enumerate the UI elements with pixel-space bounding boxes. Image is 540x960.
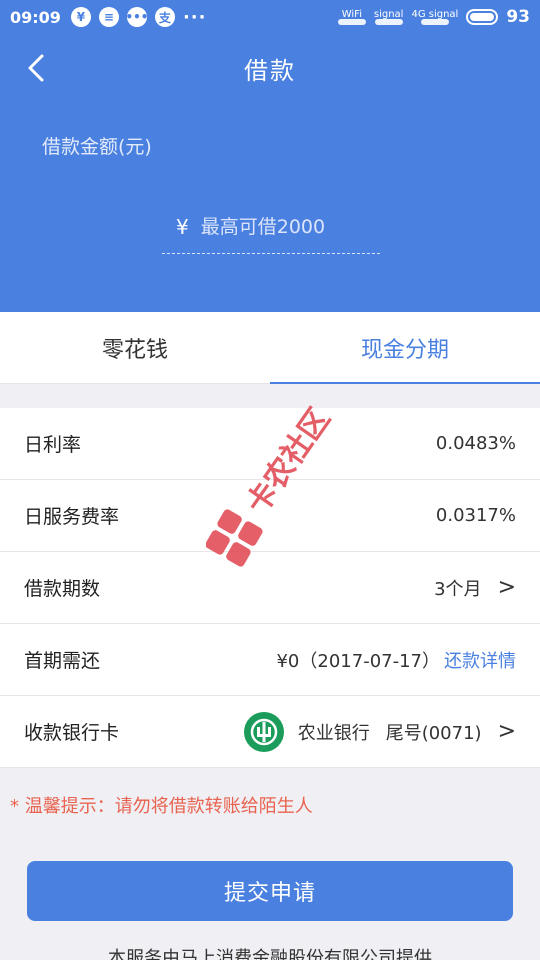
- footer-provider-text: 本服务由马上消费金融股份有限公司提供: [108, 948, 432, 960]
- amount-input[interactable]: [200, 215, 371, 238]
- status-right: WiFi signal 4G signal 93: [337, 7, 530, 27]
- status-bar: 09:09 ¥ ≡ ••• 支 ··· WiFi signal 4G signa…: [0, 0, 540, 34]
- alipay-icon: 支: [154, 7, 175, 27]
- chevron-right-icon: >: [497, 719, 516, 744]
- warning-tip: * 温馨提示：请勿将借款转账给陌生人: [10, 796, 313, 817]
- nav-bar: 借款: [0, 40, 540, 96]
- status-time: 09:09: [10, 7, 61, 27]
- loan-details-list: 日利率 0.0483% 日服务费率 0.0317% 借款期数 3个月 > 首期需…: [0, 408, 540, 768]
- chevron-right-icon: >: [497, 575, 516, 600]
- tab-pocket-money[interactable]: 零花钱: [0, 312, 270, 383]
- bank-card-label: 收款银行卡: [24, 722, 120, 744]
- status-notification-icons: ¥ ≡ ••• 支 ···: [70, 6, 207, 28]
- battery-icon: [466, 9, 499, 25]
- first-repayment-amount: ¥0（2017-07-17）: [276, 650, 440, 672]
- service-rate-label: 日服务费率: [24, 506, 120, 528]
- amount-label: 借款金额(元): [42, 136, 152, 158]
- header-section: 09:09 ¥ ≡ ••• 支 ··· WiFi signal 4G signa…: [0, 0, 540, 312]
- card-tail-number: 尾号(0071): [385, 722, 482, 744]
- row-bank-card[interactable]: 收款银行卡 农业银行 尾号(0071) >: [0, 696, 540, 768]
- bank-card-value: 农业银行 尾号(0071) >: [243, 711, 516, 752]
- service-rate-value: 0.0317%: [435, 505, 516, 526]
- loan-term-label: 借款期数: [24, 578, 101, 600]
- page-title: 借款: [244, 56, 296, 85]
- tab-bar: 零花钱 现金分期: [0, 312, 540, 384]
- row-first-repayment: 首期需还 ¥0（2017-07-17） 还款详情: [0, 624, 540, 696]
- abc-bank-logo-icon: [243, 711, 284, 752]
- loan-term-value: 3个月 >: [434, 575, 516, 601]
- battery-level: 93: [506, 7, 530, 27]
- wifi-icon: WiFi: [337, 9, 366, 25]
- signal-icon: signal: [374, 9, 403, 25]
- submit-application-button[interactable]: 提交申请: [27, 861, 513, 921]
- row-loan-term[interactable]: 借款期数 3个月 >: [0, 552, 540, 624]
- more-icon: ···: [182, 6, 207, 28]
- row-service-rate: 日服务费率 0.0317%: [0, 480, 540, 552]
- pay-icon: ¥: [70, 7, 91, 27]
- bank-name: 农业银行: [297, 722, 370, 744]
- daily-rate-label: 日利率: [24, 434, 82, 456]
- amount-field: ¥: [162, 200, 380, 254]
- tab-cash-installment[interactable]: 现金分期: [270, 312, 540, 384]
- chat-icon: •••: [125, 7, 148, 27]
- chevron-left-icon: [28, 54, 44, 82]
- bank-emblem-icon: [250, 718, 277, 745]
- message-icon: ≡: [98, 7, 119, 27]
- repayment-details-link[interactable]: 还款详情: [444, 647, 516, 673]
- back-button[interactable]: [18, 50, 54, 86]
- first-repayment-value: ¥0（2017-07-17） 还款详情: [276, 647, 516, 673]
- daily-rate-value: 0.0483%: [435, 433, 516, 454]
- loan-term-text: 3个月: [434, 578, 482, 600]
- currency-symbol: ¥: [176, 214, 189, 239]
- signal-4g-icon: 4G signal: [411, 9, 458, 25]
- row-daily-rate: 日利率 0.0483%: [0, 408, 540, 480]
- first-repayment-label: 首期需还: [24, 650, 101, 672]
